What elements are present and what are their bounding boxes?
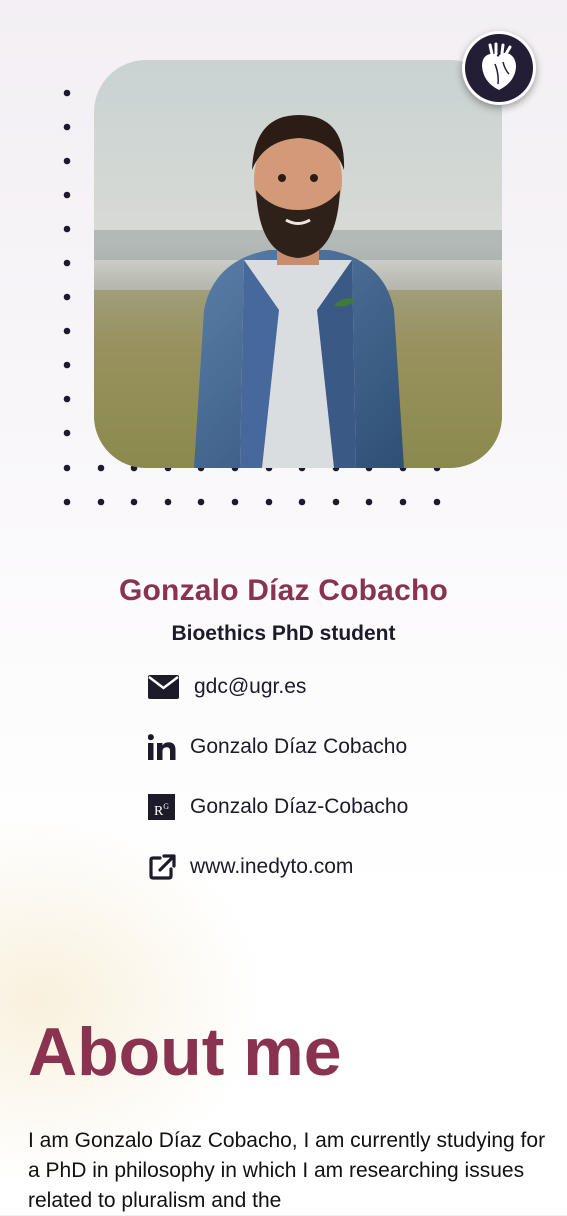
researchgate-link[interactable]: RG Gonzalo Díaz-Cobacho [148, 790, 408, 824]
external-link-icon [148, 851, 180, 883]
decoration-dot [63, 293, 71, 301]
decoration-dot [63, 327, 71, 335]
decoration-dot [298, 498, 306, 506]
about-text: I am Gonzalo Díaz Cobacho, I am currentl… [28, 1129, 546, 1212]
decoration-dot [433, 498, 441, 506]
decoration-dot [399, 498, 407, 506]
heart-badge[interactable] [462, 31, 536, 105]
linkedin-text: Gonzalo Díaz Cobacho [190, 735, 408, 758]
decoration-dot [63, 395, 71, 403]
decoration-dot [332, 498, 340, 506]
decoration-dot [63, 225, 71, 233]
decoration-dot [97, 464, 105, 472]
decoration-dot [63, 429, 71, 437]
profile-role: Bioethics PhD student [171, 622, 396, 645]
decoration-dot [63, 89, 71, 97]
researchgate-text: Gonzalo Díaz-Cobacho [190, 795, 409, 818]
decoration-dot [164, 498, 172, 506]
decoration-dot [97, 498, 105, 506]
decoration-dot [63, 464, 71, 472]
linkedin-link[interactable]: Gonzalo Díaz Cobacho [148, 730, 407, 764]
decoration-dot [63, 259, 71, 267]
decoration-dot [130, 498, 138, 506]
researchgate-icon: RG [148, 791, 180, 823]
decoration-dot [365, 498, 373, 506]
anatomical-heart-icon [482, 42, 516, 90]
linkedin-icon [148, 731, 180, 763]
about-title: About me [28, 1014, 342, 1090]
decoration-dot [63, 191, 71, 199]
decoration-dot [63, 123, 71, 131]
decoration-dot [63, 498, 71, 506]
decoration-dot [197, 498, 205, 506]
decoration-dot [63, 361, 71, 369]
website-text: www.inedyto.com [190, 855, 354, 878]
decoration-dot [231, 498, 239, 506]
website-link[interactable]: www.inedyto.com [148, 850, 353, 884]
profile-name: Gonzalo Díaz Cobacho [118, 574, 449, 607]
profile-photo [94, 60, 502, 468]
envelope-icon [148, 671, 180, 703]
decoration-dot [63, 157, 71, 165]
email-text: gdc@ugr.es [194, 675, 307, 698]
decoration-dot [265, 498, 273, 506]
email-link[interactable]: gdc@ugr.es [148, 670, 306, 704]
